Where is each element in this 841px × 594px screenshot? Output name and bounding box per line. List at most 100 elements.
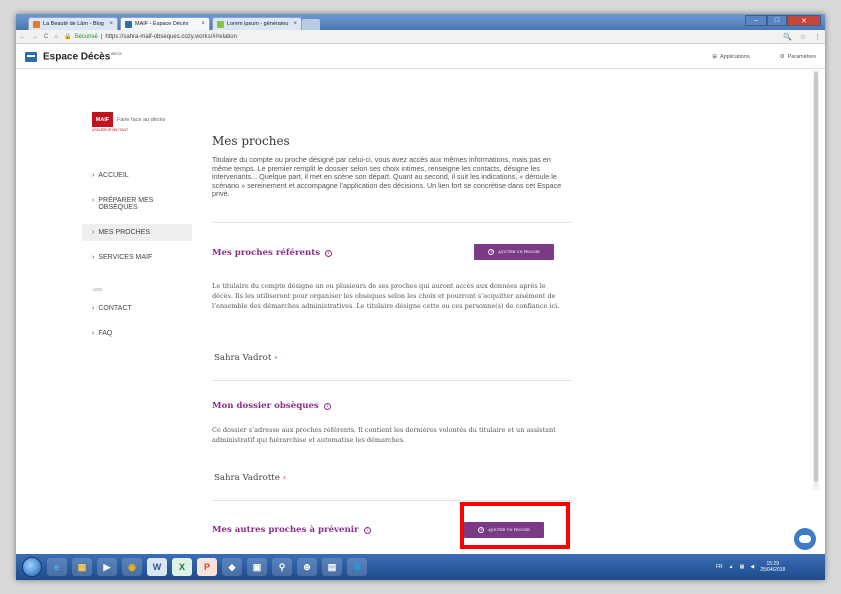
window-frame: La Beauté de Lâm - Blog × MAIF - Espace … [16, 14, 825, 580]
section-text-dossier: Ce dossier s’adresse aux proches référen… [212, 426, 556, 444]
new-tab-button[interactable] [302, 19, 320, 30]
back-icon[interactable]: ← [20, 34, 26, 40]
settings-link[interactable]: ⚙ Paramètres [780, 54, 816, 60]
network-tray-icon[interactable]: ▦ [740, 564, 745, 570]
section-title-text: Mon dossier obsèques [212, 401, 319, 411]
tab-close-icon[interactable]: × [201, 21, 205, 27]
chevron-right-icon: › [92, 330, 95, 337]
folder-icon[interactable]: ▦ [72, 558, 92, 576]
page-title: Mes proches [212, 134, 290, 148]
sidebar-item-accueil[interactable]: › ACCUEIL [82, 172, 192, 179]
paint-icon[interactable]: ◆ [222, 558, 242, 576]
divider [212, 380, 572, 381]
scrollbar[interactable] [813, 70, 819, 490]
info-icon[interactable]: i [323, 402, 331, 410]
grid-icon: ⊞ [712, 53, 717, 60]
volume-icon[interactable]: ◀ [750, 564, 754, 570]
person-name: Sahra Vadrot [214, 353, 272, 363]
sidebar-item-contact[interactable]: › CONTACT [82, 305, 192, 312]
chevron-right-icon: › [92, 197, 95, 204]
minimize-button[interactable]: – [745, 15, 767, 26]
applications-label: Applications [719, 53, 750, 60]
divider [212, 222, 572, 223]
brand-subtitle: ASSUREUR MILITANT [92, 128, 129, 132]
media-icon[interactable]: ▶ [97, 558, 117, 576]
clock-date: 25/04/2018 [760, 567, 786, 573]
button-label: AJOUTER UN PROCHE [498, 250, 540, 254]
maif-favicon-icon [125, 20, 132, 28]
person-name: Sahra Vadrotte [214, 473, 280, 483]
tray-up-icon[interactable]: ▲ [729, 564, 734, 570]
forward-icon[interactable]: → [32, 34, 38, 40]
bookmark-star-icon[interactable]: ☆ [800, 33, 806, 41]
tab-close-icon[interactable]: × [109, 21, 113, 27]
close-window-button[interactable]: ✕ [787, 15, 821, 26]
secure-label: Sécurisé [74, 33, 98, 40]
ie-icon[interactable]: e [47, 558, 67, 576]
sidebar-item-label: MES PROCHES [98, 229, 151, 236]
brand[interactable]: MAIF Faire face au décès [92, 112, 192, 127]
tab-lorem-ipsum[interactable]: Lorem ipsum - générateu × [212, 17, 302, 30]
sidebar-item-label: PRÉPARER MES OBSÈQUES [98, 197, 154, 211]
clock[interactable]: 15:29 25/04/2018 [760, 561, 785, 573]
menu-dots-icon[interactable]: ⋮ [814, 33, 821, 41]
cloud-button[interactable] [794, 528, 816, 550]
powerpoint-icon[interactable]: P [197, 558, 217, 576]
tab-close-icon[interactable]: × [293, 21, 297, 27]
sidebar-item-services-maif[interactable]: › SERVICES MAIF [82, 254, 192, 261]
browser-tab-strip: La Beauté de Lâm - Blog × MAIF - Espace … [16, 14, 825, 30]
address-bar-actions: 🔍 ☆ ⋮ [783, 33, 821, 41]
magnifier-icon[interactable]: ⚲ [272, 558, 292, 576]
add-referent-button[interactable]: + AJOUTER UN PROCHE [474, 244, 554, 260]
cloud-icon [799, 535, 811, 543]
chevron-right-icon: › [92, 305, 95, 312]
url-text: https://sahra-maif-obseques.cozy.works/#… [105, 33, 237, 40]
url-field[interactable]: 🔒 Sécurisé | https://sahra-maif-obseques… [63, 33, 237, 41]
word-icon[interactable]: W [147, 558, 167, 576]
skype-icon[interactable]: S [347, 558, 367, 576]
tab-label: Lorem ipsum - générateu [227, 21, 289, 27]
chevron-right-icon: › [92, 172, 95, 179]
maif-logo: MAIF [92, 112, 113, 127]
excel-icon[interactable]: X [172, 558, 192, 576]
applications-link[interactable]: ⊞ Applications [712, 54, 749, 60]
url-separator: | [100, 33, 103, 40]
reload-icon[interactable]: C [44, 34, 48, 40]
chevron-right-icon: › [282, 473, 286, 483]
chevron-right-icon: › [92, 229, 95, 236]
highlight-box [460, 502, 570, 549]
language-indicator[interactable]: FR [716, 564, 723, 570]
header-actions: ⊞ Applications ⚙ Paramètres [712, 54, 816, 60]
zoom-icon[interactable]: 🔍 [783, 33, 792, 41]
sidebar-item-label: SERVICES MAIF [98, 254, 153, 261]
lock-icon: 🔒 [63, 34, 72, 40]
info-icon[interactable]: i [363, 526, 371, 534]
sidebar-item-label: CONTACT [98, 305, 132, 312]
calculator-icon[interactable]: ▣ [247, 558, 267, 576]
chrome-icon[interactable]: ◉ [122, 558, 142, 576]
app-header: Espace DécèsBETA ⊞ Applications ⚙ Paramètr… [16, 45, 825, 69]
home-icon[interactable]: ⌂ [54, 34, 58, 40]
lorem-favicon-icon [217, 20, 224, 28]
app-title-text: Espace Décès [43, 51, 111, 63]
notes-icon[interactable]: ▤ [322, 558, 342, 576]
taskbar: e ▦ ▶ ◉ W X P ◆ ▣ ⚲ ⊕ ▤ S FR ▲ ▦ ◀ 15:29… [16, 554, 825, 580]
system-tray: FR ▲ ▦ ◀ 15:29 25/04/2018 [716, 554, 785, 580]
start-button[interactable] [22, 557, 42, 577]
tab-label: La Beauté de Lâm - Blog [43, 21, 104, 27]
sidebar-item-preparer[interactable]: › PRÉPARER MES OBSÈQUES [82, 197, 192, 211]
network-icon[interactable]: ⊕ [297, 558, 317, 576]
sidebar-item-mes-proches[interactable]: › MES PROCHES [82, 224, 192, 241]
sidebar-item-faq[interactable]: › FAQ [82, 330, 192, 337]
maximize-button[interactable]: □ [767, 15, 787, 26]
section-title-dossier: Mon dossier obsèques i [212, 401, 331, 411]
dossier-person[interactable]: Sahra Vadrotte › [214, 473, 286, 483]
section-title-text: Mes proches référents [212, 248, 321, 258]
sidebar-group-aide: AIDE [92, 287, 103, 292]
tab-maif-espace-deces[interactable]: MAIF - Espace Décès × [120, 17, 210, 30]
info-icon[interactable]: i [325, 249, 333, 257]
referent-person[interactable]: Sahra Vadrot › [214, 353, 277, 363]
chevron-right-icon: › [92, 254, 95, 261]
scrollbar-thumb[interactable] [814, 72, 818, 482]
tab-beaute-de-lam[interactable]: La Beauté de Lâm - Blog × [28, 17, 118, 30]
